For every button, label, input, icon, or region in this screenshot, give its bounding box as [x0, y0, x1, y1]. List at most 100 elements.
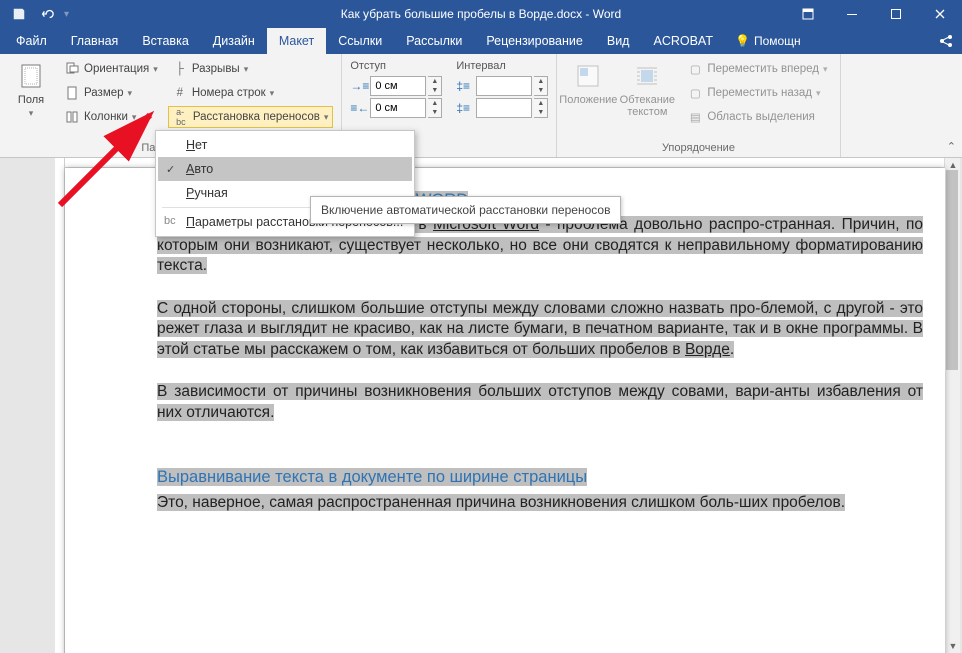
ribbon-tabs: Файл Главная Вставка Дизайн Макет Ссылки…: [0, 28, 962, 54]
tab-references[interactable]: Ссылки: [326, 28, 394, 54]
window-title: Как убрать большие пробелы в Ворде.docx …: [341, 7, 621, 21]
wrap-text-button[interactable]: Обтекание текстом: [617, 58, 677, 132]
check-icon: ✓: [166, 163, 175, 176]
wrap-icon: [631, 60, 663, 92]
indent-right-row: ≡← ▲▼: [350, 98, 442, 118]
ribbon-display-options-button[interactable]: [786, 0, 830, 28]
selection-pane-icon: ▤: [687, 109, 703, 125]
orientation-icon: [64, 61, 80, 77]
undo-button[interactable]: [36, 3, 58, 25]
selection-pane-button[interactable]: ▤ Область выделения: [683, 106, 831, 128]
share-icon: [938, 33, 954, 49]
selection-pane-label: Область выделения: [707, 111, 815, 123]
doc-paragraph-2: С одной стороны, слишком большие отступы…: [157, 299, 923, 360]
tab-design[interactable]: Дизайн: [201, 28, 267, 54]
spacing-after-input[interactable]: [476, 98, 532, 118]
window-controls: [786, 0, 962, 28]
qat-dropdown-icon[interactable]: ▾: [64, 9, 69, 20]
scroll-thumb[interactable]: [946, 170, 958, 370]
indent-left-spinner[interactable]: ▲▼: [428, 76, 442, 96]
hyphenation-icon: a-bc: [173, 109, 189, 125]
line-numbers-button[interactable]: # Номера строк▾: [168, 82, 334, 104]
size-icon: [64, 85, 80, 101]
tooltip: Включение автоматической расстановки пер…: [310, 196, 621, 224]
spacing-after-row: ‡≡ ▲▼: [456, 98, 548, 118]
spacing-before-row: ‡≡ ▲▼: [456, 76, 548, 96]
indent-header: Отступ: [350, 60, 442, 74]
indent-right-input[interactable]: [370, 98, 426, 118]
hyph-options-icon: bc: [164, 215, 176, 227]
send-backward-icon: ▢: [687, 85, 703, 101]
size-label: Размер: [84, 87, 124, 99]
line-numbers-label: Номера строк: [192, 87, 266, 99]
document-area: ▲ ▼ Убираем большие пробелы в MS WORD Бо…: [0, 158, 960, 653]
margins-label: Поля: [18, 94, 44, 106]
bring-forward-button[interactable]: ▢ Переместить вперед▾: [683, 58, 831, 80]
doc-paragraph-4: Это, наверное, самая распространенная пр…: [157, 493, 923, 513]
vertical-scrollbar[interactable]: ▲ ▼: [944, 158, 960, 653]
spacing-after-spinner[interactable]: ▲▼: [534, 98, 548, 118]
chevron-down-icon: ▾: [29, 108, 34, 119]
bring-forward-icon: ▢: [687, 61, 703, 77]
hyph-none[interactable]: Нет: [158, 133, 412, 157]
size-button[interactable]: Размер▾: [60, 82, 162, 104]
position-button[interactable]: Положение: [565, 58, 611, 132]
send-backward-label: Переместить назад: [707, 87, 812, 99]
tab-layout[interactable]: Макет: [267, 28, 326, 54]
share-button[interactable]: [938, 33, 954, 49]
indent-right-icon: ≡←: [350, 101, 368, 115]
indent-right-spinner[interactable]: ▲▼: [428, 98, 442, 118]
close-button[interactable]: [918, 0, 962, 28]
orientation-button[interactable]: Ориентация▾: [60, 58, 162, 80]
spacing-before-icon: ‡≡: [456, 79, 474, 93]
group-arrange: Положение Обтекание текстом ▢ Переместит…: [557, 54, 840, 157]
breaks-button[interactable]: ├ Разрывы▾: [168, 58, 334, 80]
indent-left-icon: →≡: [350, 79, 368, 93]
bring-forward-label: Переместить вперед: [707, 63, 819, 75]
tab-view[interactable]: Вид: [595, 28, 642, 54]
columns-label: Колонки: [84, 111, 128, 123]
position-icon: [572, 60, 604, 92]
tell-me-label: Помощн: [754, 34, 801, 48]
indent-left-row: →≡ ▲▼: [350, 76, 442, 96]
indent-left-input[interactable]: [370, 76, 426, 96]
document-page[interactable]: Убираем большие пробелы в MS WORD Больши…: [65, 168, 945, 653]
columns-icon: [64, 109, 80, 125]
collapse-ribbon-button[interactable]: ⌃: [947, 140, 956, 153]
vertical-ruler[interactable]: [55, 158, 65, 653]
arrange-group-label: Упорядочение: [565, 140, 831, 155]
orientation-label: Ориентация: [84, 63, 149, 75]
doc-heading-2: Выравнивание текста в документе по ширин…: [157, 467, 923, 488]
tab-home[interactable]: Главная: [59, 28, 131, 54]
lightbulb-icon: 💡: [735, 34, 750, 48]
scroll-down-icon[interactable]: ▼: [945, 639, 960, 653]
position-label: Положение: [559, 94, 617, 106]
save-button[interactable]: [8, 3, 30, 25]
minimize-button[interactable]: [830, 0, 874, 28]
spacing-before-spinner[interactable]: ▲▼: [534, 76, 548, 96]
hyphenation-label: Расстановка переносов: [193, 111, 320, 123]
breaks-label: Разрывы: [192, 63, 240, 75]
hyph-auto[interactable]: ✓ Авто: [158, 157, 412, 181]
maximize-button[interactable]: [874, 0, 918, 28]
hyphenation-button[interactable]: a-bc Расстановка переносов▾: [168, 106, 334, 128]
tab-insert[interactable]: Вставка: [130, 28, 200, 54]
spacing-after-icon: ‡≡: [456, 101, 474, 115]
doc-paragraph-3: В зависимости от причины возникновения б…: [157, 382, 923, 423]
quick-access-toolbar: ▾: [0, 3, 69, 25]
line-numbers-icon: #: [172, 85, 188, 101]
spacing-header: Интервал: [456, 60, 548, 74]
ribbon: Поля ▾ Ориентация▾ Размер▾ Колонки▾: [0, 54, 962, 158]
tab-mailings[interactable]: Рассылки: [394, 28, 474, 54]
tab-review[interactable]: Рецензирование: [474, 28, 595, 54]
columns-button[interactable]: Колонки▾: [60, 106, 162, 128]
spacing-before-input[interactable]: [476, 76, 532, 96]
tab-file[interactable]: Файл: [4, 28, 59, 54]
margins-button[interactable]: Поля ▾: [8, 58, 54, 132]
tell-me[interactable]: 💡 Помощн: [725, 28, 811, 54]
tab-acrobat[interactable]: ACROBAT: [641, 28, 725, 54]
send-backward-button[interactable]: ▢ Переместить назад▾: [683, 82, 831, 104]
breaks-icon: ├: [172, 61, 188, 77]
wrap-label: Обтекание текстом: [617, 94, 677, 118]
title-bar: ▾ Как убрать большие пробелы в Ворде.doc…: [0, 0, 962, 28]
